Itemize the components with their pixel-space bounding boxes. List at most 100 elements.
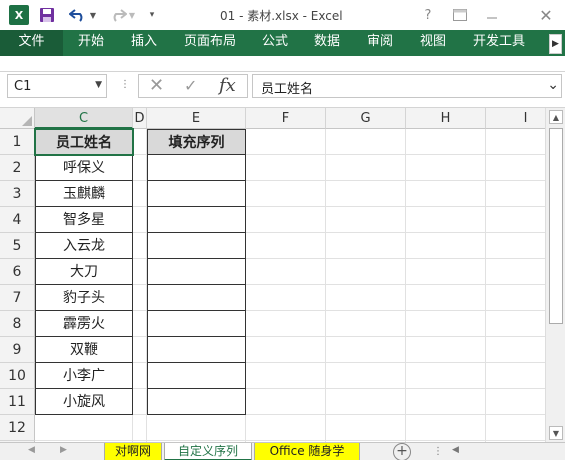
cell[interactable] bbox=[133, 311, 147, 337]
employee-name-cell[interactable]: 玉麒麟 bbox=[35, 181, 133, 207]
cell[interactable] bbox=[486, 311, 545, 337]
cell[interactable] bbox=[133, 363, 147, 389]
cell[interactable] bbox=[486, 181, 545, 207]
row-header[interactable]: 5 bbox=[0, 233, 35, 259]
cell[interactable] bbox=[326, 337, 406, 363]
cell[interactable] bbox=[246, 389, 326, 415]
row-header[interactable]: 6 bbox=[0, 259, 35, 285]
row-header[interactable]: 3 bbox=[0, 181, 35, 207]
sheet-nav-left-icon[interactable]: ◀ bbox=[28, 445, 35, 455]
enter-icon[interactable]: ✓ bbox=[184, 76, 197, 95]
cell[interactable] bbox=[133, 415, 147, 441]
cell[interactable] bbox=[486, 259, 545, 285]
ribbon-scroll-right-icon[interactable]: ▶ bbox=[549, 34, 562, 54]
chevron-down-icon[interactable]: ▼ bbox=[95, 80, 102, 90]
formula-input[interactable]: 员工姓名 ⌄ bbox=[252, 74, 562, 98]
cell[interactable] bbox=[326, 415, 406, 441]
row-header[interactable]: 11 bbox=[0, 389, 35, 415]
sheet-tab-office[interactable]: Office 随身学 bbox=[254, 443, 360, 460]
cell[interactable] bbox=[486, 363, 545, 389]
employee-name-cell[interactable]: 呼保义 bbox=[35, 155, 133, 181]
cell[interactable] bbox=[406, 207, 486, 233]
cell[interactable] bbox=[486, 207, 545, 233]
cell[interactable] bbox=[326, 389, 406, 415]
column-header[interactable]: D bbox=[133, 108, 147, 129]
employee-name-cell[interactable]: 大刀 bbox=[35, 259, 133, 285]
cell[interactable] bbox=[246, 337, 326, 363]
row-header[interactable]: 4 bbox=[0, 207, 35, 233]
header-cell-employee-name[interactable]: 员工姓名 bbox=[35, 129, 133, 155]
fill-series-cell[interactable] bbox=[147, 155, 246, 181]
cell[interactable] bbox=[246, 207, 326, 233]
employee-name-cell[interactable]: 入云龙 bbox=[35, 233, 133, 259]
redo-icon[interactable] bbox=[108, 5, 128, 25]
tab-insert[interactable]: 插入 bbox=[131, 30, 157, 56]
row-header[interactable]: 12 bbox=[0, 415, 35, 441]
sheet-tab-custom-list[interactable]: 自定义序列 bbox=[164, 443, 252, 460]
cell[interactable] bbox=[486, 285, 545, 311]
cell[interactable] bbox=[406, 155, 486, 181]
tab-view[interactable]: 视图 bbox=[420, 30, 446, 56]
ribbon-display-options-icon[interactable] bbox=[452, 5, 468, 25]
cell[interactable] bbox=[246, 129, 326, 155]
employee-name-cell[interactable]: 豹子头 bbox=[35, 285, 133, 311]
cell[interactable] bbox=[406, 129, 486, 155]
cell[interactable] bbox=[133, 233, 147, 259]
cell[interactable] bbox=[326, 363, 406, 389]
cell[interactable] bbox=[406, 259, 486, 285]
employee-name-cell[interactable]: 霹雳火 bbox=[35, 311, 133, 337]
fill-series-cell[interactable] bbox=[147, 233, 246, 259]
sheet-tab-duiawang[interactable]: 对啊网 bbox=[104, 443, 162, 460]
column-header[interactable]: H bbox=[406, 108, 486, 129]
expand-formula-bar-icon[interactable]: ⌄ bbox=[547, 77, 559, 93]
cell[interactable] bbox=[486, 389, 545, 415]
cell[interactable] bbox=[406, 363, 486, 389]
column-header[interactable]: F bbox=[246, 108, 326, 129]
column-header[interactable]: G bbox=[326, 108, 406, 129]
cell[interactable] bbox=[406, 337, 486, 363]
fill-series-cell[interactable] bbox=[147, 181, 246, 207]
cell[interactable] bbox=[246, 233, 326, 259]
customize-toolbar-icon[interactable]: ▾ bbox=[146, 5, 158, 25]
minimize-icon[interactable] bbox=[484, 5, 500, 25]
tab-split-grip-icon[interactable]: ⋮ bbox=[433, 446, 443, 457]
cell[interactable] bbox=[326, 155, 406, 181]
fill-series-cell[interactable] bbox=[147, 259, 246, 285]
sheet-nav-right-icon[interactable]: ▶ bbox=[60, 445, 67, 455]
scroll-up-icon[interactable]: ▲ bbox=[549, 110, 563, 124]
fill-series-cell[interactable] bbox=[147, 285, 246, 311]
cell[interactable] bbox=[246, 311, 326, 337]
worksheet-grid[interactable]: C D E F G H I 1 员工姓名 填充序列 2 呼保义 3 玉麒麟 4 智多星 5 入云龙 6 大刀 7 豹子头 8… bbox=[0, 108, 545, 442]
undo-icon[interactable] bbox=[68, 5, 88, 25]
name-box[interactable]: C1 ▼ bbox=[7, 74, 107, 98]
row-header[interactable]: 2 bbox=[0, 155, 35, 181]
cell[interactable] bbox=[486, 415, 545, 441]
fill-series-cell[interactable] bbox=[147, 389, 246, 415]
scroll-down-icon[interactable]: ▼ bbox=[549, 426, 563, 440]
fill-series-cell[interactable] bbox=[147, 363, 246, 389]
cell[interactable] bbox=[406, 233, 486, 259]
employee-name-cell[interactable]: 小旋风 bbox=[35, 389, 133, 415]
cell[interactable] bbox=[486, 337, 545, 363]
tab-formulas[interactable]: 公式 bbox=[262, 30, 288, 56]
close-icon[interactable]: ✕ bbox=[538, 5, 554, 25]
cell[interactable] bbox=[133, 389, 147, 415]
cell[interactable] bbox=[406, 389, 486, 415]
cell[interactable] bbox=[326, 207, 406, 233]
save-icon[interactable] bbox=[38, 5, 56, 25]
cell[interactable] bbox=[133, 337, 147, 363]
fill-series-cell[interactable] bbox=[147, 337, 246, 363]
cell[interactable] bbox=[133, 181, 147, 207]
cell[interactable] bbox=[326, 181, 406, 207]
tab-data[interactable]: 数据 bbox=[314, 30, 340, 56]
scroll-left-icon[interactable]: ◀ bbox=[452, 445, 459, 455]
select-all-corner[interactable] bbox=[0, 108, 35, 129]
cell[interactable] bbox=[486, 155, 545, 181]
cell[interactable] bbox=[326, 233, 406, 259]
redo-dropdown-icon[interactable]: ▼ bbox=[127, 5, 137, 25]
cell[interactable] bbox=[35, 415, 133, 441]
cell[interactable] bbox=[406, 181, 486, 207]
cell[interactable] bbox=[326, 285, 406, 311]
undo-dropdown-icon[interactable]: ▼ bbox=[88, 5, 98, 25]
row-header[interactable]: 9 bbox=[0, 337, 35, 363]
